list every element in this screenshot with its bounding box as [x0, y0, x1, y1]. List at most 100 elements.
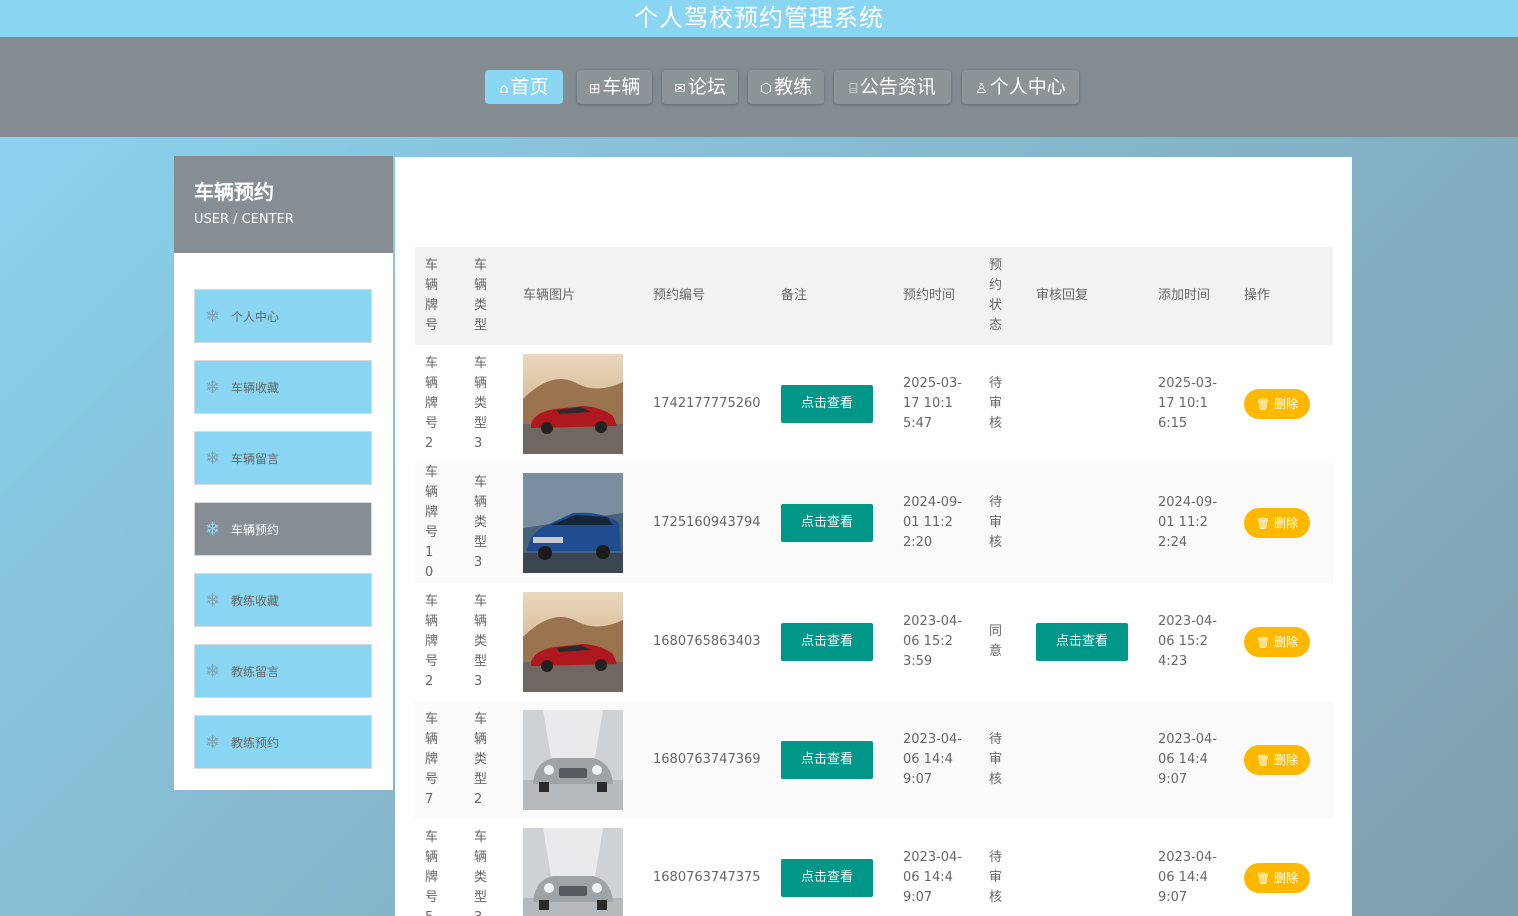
delete-button[interactable]: 🗑 删除: [1244, 389, 1310, 419]
mail-icon: ✉: [674, 81, 686, 97]
table-row: 车辆牌号5 车辆类型3 1680763747375 点击查看 2023-04-06 14…: [415, 819, 1333, 916]
car-image: [523, 828, 623, 916]
sidebar-title: 车辆预约: [194, 180, 274, 204]
plate-cell: 车辆牌号10: [415, 463, 464, 583]
table-row: 车辆牌号10 车辆类型3 1725160943794 点击查看 2024-09-01 1…: [415, 463, 1333, 583]
booking-no-cell: 1725160943794: [643, 463, 771, 583]
nav-home[interactable]: ⌂ 首页: [485, 70, 563, 104]
user-icon: ♙: [975, 81, 988, 97]
view-remark-button[interactable]: 点击查看: [781, 385, 873, 423]
actions-cell: 🗑 删除: [1234, 463, 1333, 583]
nav-forum[interactable]: ✉ 论坛: [662, 70, 738, 104]
sidebar-header: 车辆预约 USER / CENTER: [174, 156, 393, 253]
view-remark-button[interactable]: 点击查看: [781, 504, 873, 542]
top-nav: ⌂ 首页 ⊞ 车辆 ✉ 论坛 ⬡ 教练 ⌸ 公告资讯 ♙ 个人中心: [0, 37, 1518, 137]
delete-button[interactable]: 🗑 删除: [1244, 745, 1310, 775]
nav-vehicles[interactable]: ⊞ 车辆: [577, 70, 652, 104]
cube-icon: ⬡: [759, 81, 773, 97]
nav-profile-label: 个人中心: [989, 76, 1066, 98]
actions-cell: 🗑 删除: [1234, 345, 1333, 463]
review-reply-cell: [1026, 701, 1148, 819]
review-reply-cell: 点击查看: [1026, 583, 1148, 701]
type-cell: 车辆类型3: [464, 463, 513, 583]
nav-profile[interactable]: ♙ 个人中心: [962, 70, 1079, 104]
view-reply-button[interactable]: 点击查看: [1036, 623, 1128, 661]
booking-no-cell: 1680763747369: [643, 701, 771, 819]
remark-cell: 点击查看: [771, 463, 893, 583]
snowflake-icon: ❄: [205, 377, 221, 398]
booking-time-cell: 2023-04-06 14:49:07: [893, 701, 979, 819]
view-remark-button[interactable]: 点击查看: [781, 741, 873, 779]
sidebar-item-vehicle-booking[interactable]: ❄ 车辆预约: [194, 502, 372, 556]
car-image: [523, 473, 623, 573]
snowflake-icon: ❄: [205, 732, 221, 753]
table-row: 车辆牌号2 车辆类型3 1680765863403 点击查看 2023-04-06 15…: [415, 583, 1333, 701]
nav-coaches[interactable]: ⬡ 教练: [748, 70, 824, 104]
type-cell: 车辆类型2: [464, 701, 513, 819]
booking-no-cell: 1680765863403: [653, 634, 761, 649]
sidebar-subtitle: USER / CENTER: [194, 212, 294, 227]
car-image: [523, 710, 623, 810]
sidebar-item-label: 车辆预约: [231, 523, 280, 537]
car-image: [523, 354, 623, 454]
status-cell: 待审核: [979, 463, 1026, 583]
app-title: 个人驾校预约管理系统: [0, 0, 1518, 37]
sidebar-item-vehicle-favorites[interactable]: ❄ 车辆收藏: [194, 360, 372, 414]
remark-cell: 点击查看: [771, 583, 893, 701]
nav-coaches-label: 教练: [774, 76, 813, 98]
image-cell: [513, 583, 643, 701]
sidebar-item-coach-favorites[interactable]: ❄ 教练收藏: [194, 573, 372, 627]
delete-button[interactable]: 🗑 删除: [1244, 627, 1310, 657]
home-icon: ⌂: [499, 81, 509, 97]
nav-vehicles-label: 车辆: [602, 76, 641, 98]
sidebar-item-label: 教练预约: [231, 736, 280, 750]
sidebar-item-vehicle-messages[interactable]: ❄ 车辆留言: [194, 431, 372, 485]
review-reply-cell: [1026, 345, 1148, 463]
news-icon: ⌸: [849, 81, 858, 97]
sidebar-menu: ❄ 个人中心 ❄ 车辆收藏 ❄ 车辆留言 ❄ 车辆预约 ❄ 教练收藏 ❄ 教练留言 ❄ 教练预…: [174, 253, 393, 790]
sidebar-item-coach-booking[interactable]: ❄ 教练预约: [194, 715, 372, 769]
snowflake-icon: ❄: [205, 448, 221, 469]
table-row: 车辆牌号7 车辆类型2 1680763747369 点击查看 2023-04-06 14…: [415, 701, 1333, 819]
delete-button[interactable]: 🗑 删除: [1244, 508, 1310, 538]
delete-label: 删除: [1273, 397, 1298, 411]
delete-label: 删除: [1273, 635, 1298, 649]
sidebar-item-label: 车辆留言: [231, 452, 280, 466]
type-cell: 车辆类型3: [474, 356, 488, 451]
col-header-plate: 车辆牌号: [415, 247, 464, 345]
sidebar-item-label: 教练收藏: [231, 594, 280, 608]
gift-icon: ⊞: [588, 81, 601, 97]
status-cell: 待审核: [979, 701, 1026, 819]
sidebar-item-coach-messages[interactable]: ❄ 教练留言: [194, 644, 372, 698]
booking-no-cell: 1680763747375: [653, 870, 761, 885]
col-header-status: 预约状态: [979, 247, 1026, 345]
col-header-remark: 备注: [771, 247, 893, 345]
plate-cell: 车辆牌号2: [425, 356, 439, 451]
col-header-image: 车辆图片: [513, 247, 643, 345]
col-header-booking-no: 预约编号: [643, 247, 771, 345]
booking-time-cell: 2023-04-06 14:49:07: [903, 850, 963, 905]
col-header-type: 车辆类型: [464, 247, 513, 345]
col-header-booking-time: 预约时间: [893, 247, 979, 345]
delete-button[interactable]: 🗑 删除: [1244, 863, 1310, 893]
nav-news-label: 公告资讯: [859, 76, 936, 98]
sidebar-item-profile[interactable]: ❄ 个人中心: [194, 289, 372, 343]
type-cell: 车辆类型3: [474, 594, 488, 689]
view-remark-button[interactable]: 点击查看: [781, 623, 873, 661]
actions-cell: 🗑 删除: [1234, 583, 1333, 701]
type-cell: 车辆类型3: [474, 830, 488, 916]
sidebar-item-label: 教练留言: [231, 665, 280, 679]
remark-cell: 点击查看: [771, 819, 893, 916]
remark-cell: 点击查看: [771, 345, 893, 463]
nav-forum-label: 论坛: [687, 76, 726, 98]
image-cell: [513, 463, 643, 583]
added-time-cell: 2024-09-01 11:22:24: [1148, 463, 1234, 583]
status-cell: 待审核: [989, 376, 1003, 431]
view-remark-button[interactable]: 点击查看: [781, 859, 873, 897]
trash-icon: 🗑: [1256, 398, 1270, 411]
added-time-cell: 2023-04-06 15:24:23: [1158, 614, 1218, 669]
status-cell: 待审核: [989, 850, 1003, 905]
booking-no-cell: 1742177775260: [653, 396, 761, 411]
snowflake-icon: ❄: [205, 661, 221, 682]
nav-news[interactable]: ⌸ 公告资讯: [834, 70, 951, 104]
